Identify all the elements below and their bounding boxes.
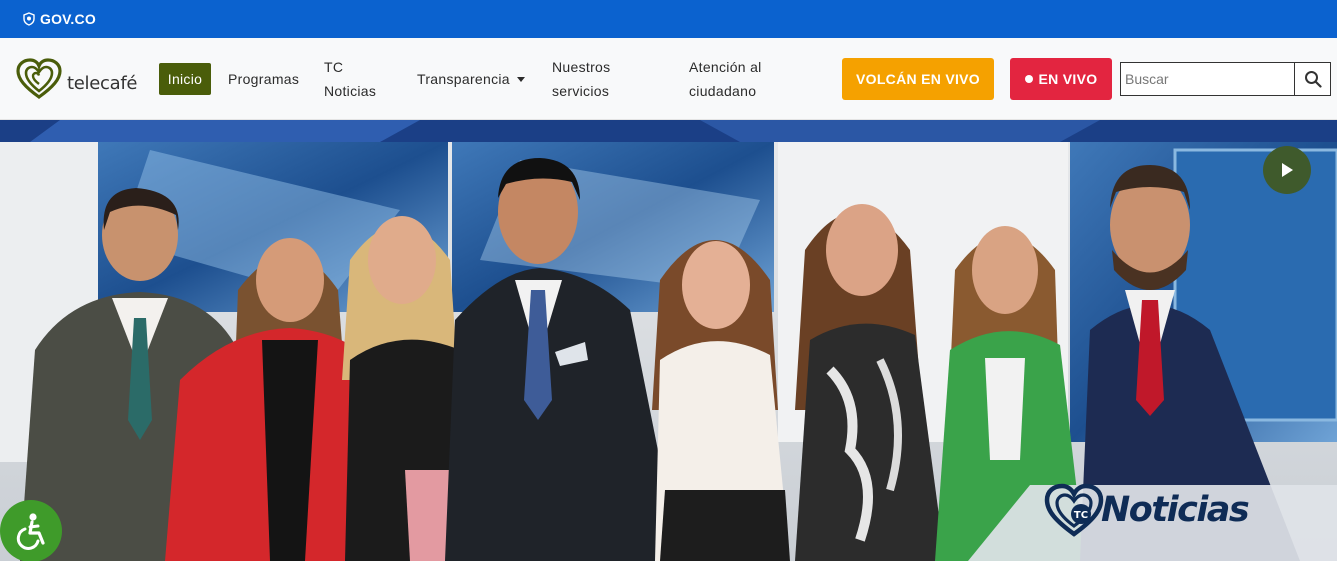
gov-co-link[interactable]: GOV.CO [40, 11, 96, 27]
live-dot-icon [1024, 75, 1033, 83]
search-input[interactable] [1121, 63, 1294, 95]
tc-heart-icon: TC [1044, 483, 1104, 537]
tc-noticias-badge: TC Noticias [1043, 482, 1250, 538]
hero-banner[interactable]: TC Noticias [0, 120, 1337, 561]
nav-item-inicio[interactable]: Inicio [159, 63, 211, 95]
telecafe-heart-icon [16, 58, 62, 99]
search-button[interactable] [1294, 63, 1330, 95]
play-icon [1282, 163, 1293, 177]
nav-item-programas[interactable]: Programas [228, 67, 299, 91]
main-navbar: telecafé Inicio Programas TC Noticias Tr… [0, 38, 1337, 120]
nav-item-transparencia-label: Transparencia [417, 71, 510, 87]
tc-noticias-text: Noticias [1101, 490, 1250, 530]
nav-item-transparencia[interactable]: Transparencia [417, 67, 525, 91]
wheelchair-icon [16, 513, 45, 550]
caret-down-icon [516, 76, 525, 82]
en-vivo-label: EN VIVO [1038, 71, 1098, 87]
search-box [1120, 62, 1331, 96]
volcan-en-vivo-button[interactable]: VOLCÁN EN VIVO [842, 58, 994, 100]
nav-item-nuestros-servicios[interactable]: Nuestros servicios [552, 55, 642, 103]
accessibility-button[interactable] [0, 500, 62, 561]
en-vivo-button[interactable]: EN VIVO [1010, 58, 1112, 100]
telecafe-logo[interactable]: telecafé [15, 57, 137, 101]
nav-item-atencion-al-ciudadano[interactable]: Atención al ciudadano [689, 55, 789, 103]
logo-text: telecafé [67, 72, 138, 94]
search-icon [1304, 71, 1322, 88]
shield-icon [22, 12, 36, 26]
tc-badge-prefix: TC [1074, 510, 1088, 521]
gov-co-bar: GOV.CO [0, 0, 1337, 38]
play-button[interactable] [1263, 146, 1311, 194]
nav-item-tc-noticias[interactable]: TC Noticias [324, 55, 384, 103]
